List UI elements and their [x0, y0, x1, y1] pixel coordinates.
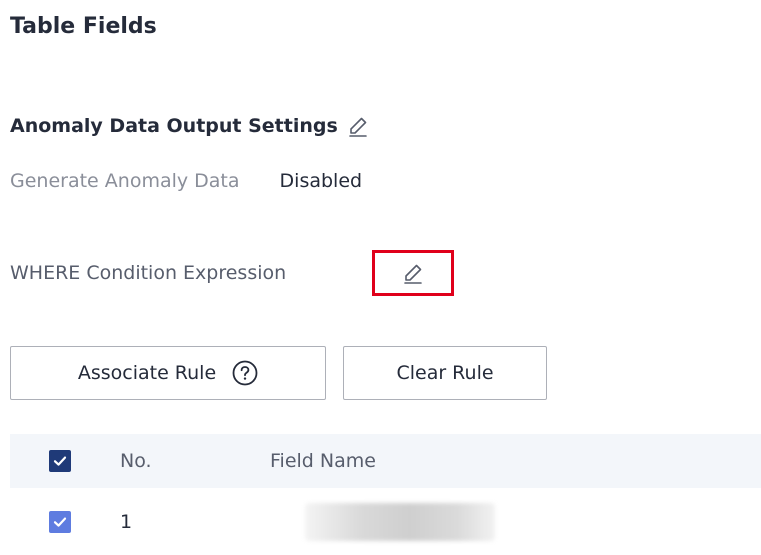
- field-name-cell: [270, 503, 761, 541]
- where-condition-label: WHERE Condition Expression: [10, 262, 287, 284]
- anomaly-settings-header: Anomaly Data Output Settings: [10, 112, 372, 140]
- anomaly-settings-title: Anomaly Data Output Settings: [10, 115, 338, 137]
- row-check-cell: [40, 511, 80, 533]
- associate-rule-button[interactable]: Associate Rule: [10, 346, 326, 400]
- table-row: 1: [10, 488, 761, 555]
- redacted-field-name: [305, 503, 495, 541]
- header-check-cell: [40, 450, 80, 472]
- column-header-field-name: Field Name: [270, 450, 376, 472]
- generate-anomaly-row: Generate Anomaly Data Disabled: [10, 170, 362, 192]
- generate-anomaly-value: Disabled: [279, 170, 363, 192]
- select-all-checkbox[interactable]: [49, 450, 71, 472]
- edit-anomaly-settings-icon[interactable]: [344, 112, 372, 140]
- clear-rule-label: Clear Rule: [396, 362, 494, 384]
- where-condition-row: WHERE Condition Expression: [10, 262, 286, 284]
- fields-table: No. Field Name 1: [10, 434, 761, 555]
- table-header: No. Field Name: [10, 434, 761, 488]
- row-checkbox[interactable]: [49, 511, 71, 533]
- edit-where-condition-icon[interactable]: [399, 259, 427, 287]
- generate-anomaly-label: Generate Anomaly Data: [10, 170, 240, 192]
- column-header-no: No.: [120, 450, 152, 472]
- clear-rule-button[interactable]: Clear Rule: [343, 346, 547, 400]
- page: Table Fields Anomaly Data Output Setting…: [0, 0, 761, 555]
- question-circle-icon[interactable]: [232, 360, 258, 386]
- checkmark-icon: [53, 517, 67, 527]
- row-number: 1: [120, 511, 133, 533]
- checkmark-icon: [53, 456, 67, 466]
- associate-rule-label: Associate Rule: [77, 362, 217, 384]
- section-title: Table Fields: [10, 14, 157, 39]
- where-edit-highlight: [372, 250, 454, 296]
